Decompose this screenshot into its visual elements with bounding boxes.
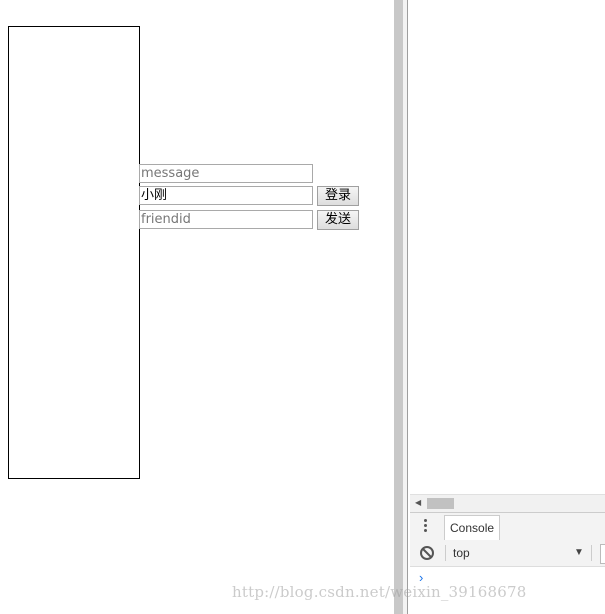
toolbar-separator bbox=[591, 545, 592, 561]
clear-console-icon[interactable] bbox=[420, 546, 434, 560]
devtools-tab-strip: Console bbox=[410, 512, 605, 541]
scrollbar-thumb[interactable] bbox=[427, 498, 454, 509]
filter-input[interactable] bbox=[600, 544, 605, 564]
scroll-left-arrow-icon[interactable]: ◀ bbox=[415, 499, 421, 507]
friendid-input[interactable] bbox=[139, 210, 313, 229]
send-button[interactable]: 发送 bbox=[317, 210, 359, 230]
chat-display-box bbox=[8, 26, 140, 479]
toolbar-separator bbox=[445, 545, 446, 561]
devtools-splitter[interactable] bbox=[394, 0, 408, 614]
horizontal-scrollbar[interactable]: ◀ bbox=[410, 494, 605, 512]
context-selector[interactable]: top bbox=[453, 544, 583, 562]
dropdown-arrow-icon[interactable]: ▼ bbox=[574, 545, 584, 561]
screen: 登录 发送 ◀ Console top ▼ › http://blog.csdn… bbox=[0, 0, 605, 614]
page-viewport: 登录 发送 bbox=[0, 0, 394, 614]
tab-console[interactable]: Console bbox=[444, 515, 501, 540]
username-input[interactable] bbox=[139, 186, 313, 205]
console-toolbar: top ▼ bbox=[410, 540, 605, 567]
kebab-menu-icon[interactable] bbox=[424, 519, 428, 533]
devtools-panel: ◀ Console top ▼ › bbox=[410, 0, 605, 614]
message-input[interactable] bbox=[139, 164, 313, 183]
login-button[interactable]: 登录 bbox=[317, 186, 359, 206]
console-prompt[interactable]: › bbox=[419, 571, 423, 585]
devtools-empty-area bbox=[410, 0, 605, 494]
